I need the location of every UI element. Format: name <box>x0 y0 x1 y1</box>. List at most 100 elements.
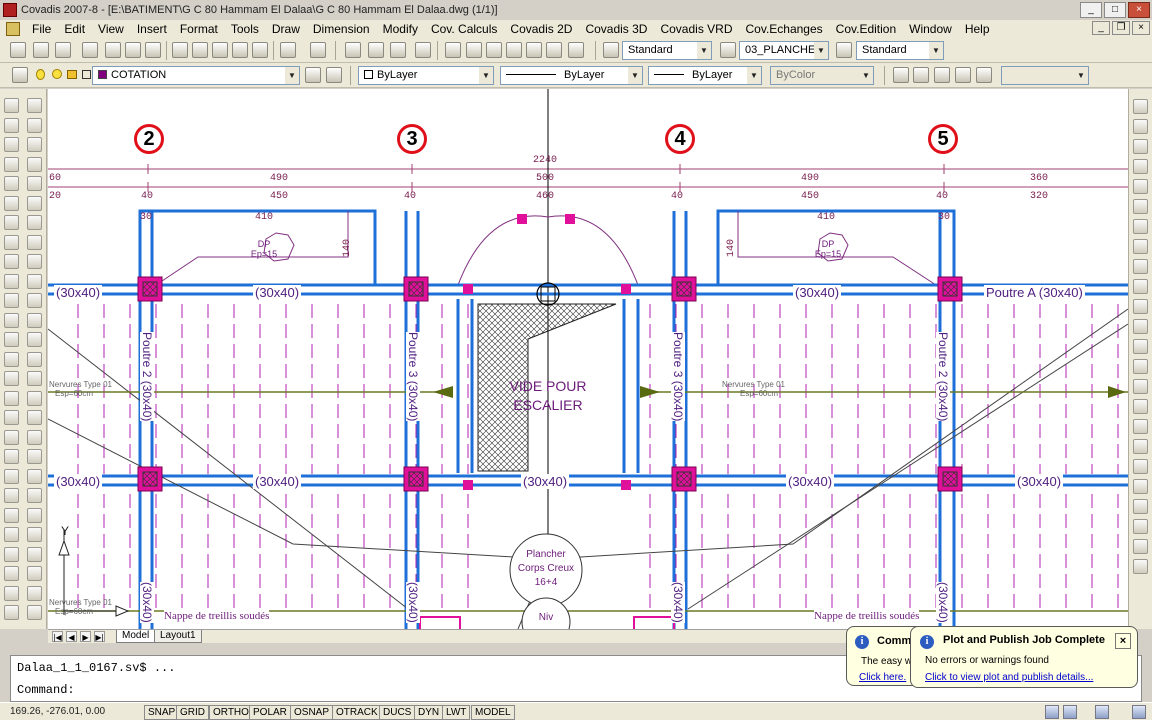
dimension-tool-button[interactable] <box>1133 239 1148 254</box>
dimension-tool-button[interactable] <box>1133 539 1148 554</box>
layer-select[interactable]: COTATION ▼ <box>92 66 300 85</box>
dim-style-icon[interactable] <box>836 42 852 58</box>
tool-button[interactable] <box>4 234 19 250</box>
zoom-realtime-icon[interactable] <box>368 42 384 58</box>
tool-button[interactable] <box>4 273 19 289</box>
single-viewport-icon[interactable] <box>913 67 929 83</box>
tool-button[interactable] <box>4 312 19 328</box>
tool-button[interactable] <box>27 98 42 113</box>
next-tab-icon[interactable]: ▶ <box>80 631 91 642</box>
ducs-toggle[interactable]: DUCS <box>379 705 416 720</box>
drawing-canvas[interactable]: 2 3 4 5 2240 60 490 500 490 360 20 40 45… <box>48 89 1128 629</box>
redo-icon[interactable] <box>310 42 326 58</box>
communication-center-icon[interactable] <box>1045 705 1059 719</box>
doc-minimize-button[interactable]: _ <box>1092 21 1110 35</box>
paste-icon[interactable] <box>212 42 228 58</box>
pan-icon[interactable] <box>345 42 361 58</box>
tool-button[interactable] <box>27 410 42 425</box>
block-editor-icon[interactable] <box>252 42 268 58</box>
tool-button[interactable] <box>27 293 42 308</box>
last-tab-icon[interactable]: ▶| <box>94 631 105 642</box>
menu-format[interactable]: Format <box>174 20 225 38</box>
properties-icon[interactable] <box>445 42 461 58</box>
layer-previous-icon[interactable] <box>326 67 342 83</box>
plot-publish-notification[interactable]: i Plot and Publish Job Complete × No err… <box>910 626 1138 688</box>
lock-toolbar-icon[interactable] <box>1063 705 1077 719</box>
markup-icon[interactable] <box>526 42 542 58</box>
tool-button[interactable] <box>27 390 42 406</box>
tool-button[interactable] <box>4 390 19 406</box>
layer-manager-icon[interactable] <box>12 67 28 83</box>
tool-button[interactable] <box>4 449 19 464</box>
tool-button[interactable] <box>4 507 19 523</box>
tool-button[interactable] <box>27 468 42 484</box>
polar-toggle[interactable]: POLAR <box>249 705 291 720</box>
viewport-icon[interactable] <box>893 67 909 83</box>
layer-lock-icon[interactable] <box>67 70 77 79</box>
text-style-icon[interactable] <box>603 42 619 58</box>
tool-button[interactable] <box>4 546 19 562</box>
print-icon[interactable] <box>82 42 98 58</box>
notification-details-link[interactable]: Click to view plot and publish details..… <box>925 672 1093 683</box>
dimension-tool-button[interactable] <box>1133 499 1148 514</box>
doc-restore-button[interactable]: ❐ <box>1112 21 1130 35</box>
tab-layout1[interactable]: Layout1 <box>154 630 202 643</box>
convert-viewport-icon[interactable] <box>955 67 971 83</box>
tool-button[interactable] <box>27 449 42 464</box>
menu-view[interactable]: View <box>92 20 131 38</box>
menu-cov-calculs[interactable]: Cov. Calculs <box>425 20 504 38</box>
menu-covadis-2d[interactable]: Covadis 2D <box>504 20 579 38</box>
tool-button[interactable] <box>27 312 42 328</box>
copy-icon[interactable] <box>192 42 208 58</box>
menu-cov-edition[interactable]: Cov.Edition <box>830 20 903 38</box>
tool-button[interactable] <box>4 254 19 269</box>
tool-button[interactable] <box>4 527 19 542</box>
command-prompt[interactable]: Command: <box>17 683 75 697</box>
document-icon[interactable] <box>6 22 20 36</box>
menu-dimension[interactable]: Dimension <box>307 20 377 38</box>
tool-button[interactable] <box>4 293 19 308</box>
ortho-toggle[interactable]: ORTHO <box>209 705 253 720</box>
cut-icon[interactable] <box>172 42 188 58</box>
dimension-tool-button[interactable] <box>1133 459 1148 474</box>
tool-button[interactable] <box>4 351 19 367</box>
tool-button[interactable] <box>27 332 42 347</box>
sheet-set-icon[interactable] <box>506 42 522 58</box>
dimension-tool-button[interactable] <box>1133 339 1148 354</box>
dimension-tool-button[interactable] <box>1133 259 1148 274</box>
menu-modify[interactable]: Modify <box>377 20 425 38</box>
tool-button[interactable] <box>27 546 42 562</box>
notification-link[interactable]: Click here. <box>859 672 906 683</box>
lwt-toggle[interactable]: LWT <box>442 705 471 720</box>
tool-button[interactable] <box>4 468 19 484</box>
tool-button[interactable] <box>27 566 42 581</box>
layer-state-icon[interactable] <box>720 42 736 58</box>
open-icon[interactable] <box>33 42 49 58</box>
dimension-tool-button[interactable] <box>1133 319 1148 334</box>
maximize-button[interactable]: □ <box>1104 2 1126 18</box>
tool-button[interactable] <box>27 156 42 172</box>
tool-button[interactable] <box>27 195 42 211</box>
clean-screen-icon[interactable] <box>1132 705 1146 719</box>
lineweight-select[interactable]: ByLayer ▼ <box>648 66 762 85</box>
prev-tab-icon[interactable]: ◀ <box>66 631 77 642</box>
color-select[interactable]: ByLayer ▼ <box>358 66 494 85</box>
minimize-button[interactable]: _ <box>1080 2 1102 18</box>
clip-viewport-icon[interactable] <box>976 67 992 83</box>
menu-covadis-vrd[interactable]: Covadis VRD <box>654 20 739 38</box>
menu-covadis-3d[interactable]: Covadis 3D <box>579 20 654 38</box>
dim-style-select[interactable]: Standard ▼ <box>856 41 944 60</box>
zoom-previous-icon[interactable] <box>415 42 431 58</box>
tool-button[interactable] <box>4 566 19 581</box>
tool-palettes-icon[interactable] <box>486 42 502 58</box>
grid-toggle[interactable]: GRID <box>176 705 209 720</box>
help-icon[interactable] <box>568 42 584 58</box>
tool-button[interactable] <box>4 98 19 113</box>
tool-button[interactable] <box>27 176 42 191</box>
otrack-toggle[interactable]: OTRACK <box>332 705 382 720</box>
dimension-tool-button[interactable] <box>1133 99 1148 114</box>
snap-toggle[interactable]: SNAP <box>144 705 180 720</box>
tool-button[interactable] <box>4 332 19 347</box>
tool-button[interactable] <box>27 605 42 620</box>
tool-button[interactable] <box>4 195 19 211</box>
